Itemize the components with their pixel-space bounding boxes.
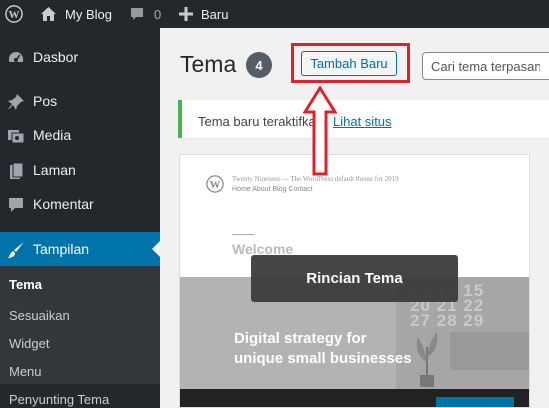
wordpress-logo-icon[interactable]: W: [5, 0, 23, 28]
plus-icon: [179, 7, 193, 21]
sidebar-item-appearance[interactable]: Tampilan: [0, 232, 160, 266]
svg-text:W: W: [210, 179, 221, 191]
highlight-annotation-box: [291, 43, 410, 83]
theme-count-badge: 4: [246, 52, 272, 78]
site-name: My Blog: [65, 6, 112, 22]
comment-icon: [7, 196, 25, 214]
sidebar-item-label: Komentar: [33, 196, 94, 212]
comments-count: 0: [154, 6, 162, 22]
screenshot-nav: Home About Blog Contact: [232, 186, 313, 193]
theme-activated-notice: Tema baru teraktifkan. Lihat situs: [178, 100, 549, 138]
page-icon: [7, 162, 25, 180]
theme-details-button[interactable]: Rincian Tema: [251, 255, 458, 302]
submenu-item-themes[interactable]: Tema: [9, 277, 42, 292]
red-arrow-annotation-icon: [302, 85, 338, 176]
hero-monitor: [450, 332, 529, 370]
submenu-item-theme-editor[interactable]: Penyunting Tema: [9, 392, 109, 407]
sidebar-item-label: Laman: [33, 162, 76, 178]
hero-headline: Digital strategy for unique small busine…: [234, 330, 412, 367]
sidebar-item-dashboard[interactable]: Dasbor: [0, 40, 160, 74]
active-indicator: [152, 241, 160, 257]
page-title: Tema: [180, 51, 237, 77]
site-home-link[interactable]: My Blog: [40, 0, 112, 28]
svg-text:W: W: [9, 9, 20, 21]
home-icon: [40, 6, 57, 22]
media-icon: [7, 127, 25, 145]
sidebar-item-label: Pos: [33, 93, 58, 109]
screenshot-divider: [232, 234, 254, 235]
submenu-item-customize[interactable]: Sesuaikan: [9, 308, 70, 323]
sidebar-item-label: Media: [33, 127, 72, 143]
admin-sidebar: Dasbor Pos Media Laman Komentar Tampilan…: [0, 28, 160, 408]
sidebar-item-label: Dasbor: [33, 49, 79, 65]
search-installed-themes-input[interactable]: [422, 52, 549, 80]
submenu-item-widgets[interactable]: Widget: [9, 336, 49, 351]
comment-bubble-icon: [129, 6, 145, 22]
sidebar-item-pages[interactable]: Laman: [0, 153, 160, 187]
appearance-brush-icon: [7, 241, 25, 259]
new-label: Baru: [201, 6, 229, 22]
new-content-link[interactable]: Baru: [179, 0, 228, 28]
pushpin-icon: [7, 93, 25, 111]
dashboard-icon: [7, 49, 25, 67]
plant-icon: [412, 327, 442, 387]
visit-site-link[interactable]: Lihat situs: [333, 114, 392, 129]
sidebar-item-media[interactable]: Media: [0, 118, 160, 152]
hero-button: [436, 397, 514, 407]
submenu-item-menus[interactable]: Menu: [9, 364, 42, 379]
wordpress-logo-icon: W: [206, 175, 224, 193]
sidebar-item-label: Tampilan: [33, 241, 90, 257]
sidebar-item-posts[interactable]: Pos: [0, 84, 160, 118]
sidebar-item-comments[interactable]: Komentar: [0, 187, 160, 221]
comments-link[interactable]: 0: [129, 0, 161, 28]
screenshot-site-title: Twenty Nineteen — The WordPress default …: [232, 175, 399, 183]
admin-bar: W My Blog 0 Baru: [0, 0, 549, 28]
appearance-submenu: Tema Sesuaikan Widget Menu Penyunting Te…: [0, 266, 160, 407]
